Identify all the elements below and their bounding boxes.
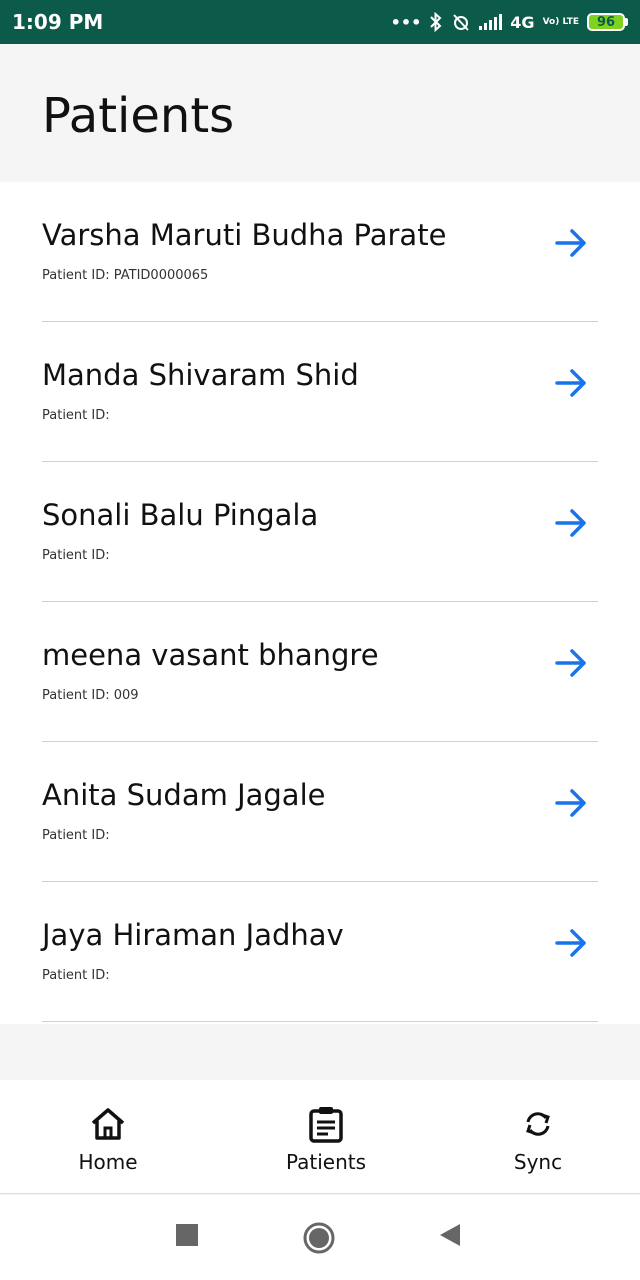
nav-home[interactable]: Home bbox=[28, 1080, 188, 1194]
patient-name: Jaya Hiraman Jadhav bbox=[42, 918, 344, 952]
patient-id: Patient ID: bbox=[42, 968, 110, 983]
patient-row[interactable]: Anita Sudam Jagale Patient ID: bbox=[0, 742, 640, 882]
patient-id: Patient ID: bbox=[42, 828, 110, 843]
sync-icon bbox=[526, 1112, 550, 1136]
network-type: 4G bbox=[510, 12, 535, 32]
arrow-right-icon[interactable] bbox=[554, 926, 588, 960]
square-icon[interactable] bbox=[175, 1223, 199, 1247]
patient-id: Patient ID: PATID0000065 bbox=[42, 268, 209, 283]
clipboard-icon bbox=[309, 1107, 343, 1143]
nav-sync[interactable]: Sync bbox=[458, 1080, 618, 1194]
patient-id: Patient ID: bbox=[42, 548, 110, 563]
volte-indicator: Vo) LTE bbox=[542, 16, 579, 27]
arrow-right-icon[interactable] bbox=[554, 506, 588, 540]
patient-row[interactable]: Varsha Maruti Budha Parate Patient ID: P… bbox=[0, 182, 640, 322]
battery-level: 96 bbox=[587, 13, 625, 31]
home-icon bbox=[91, 1108, 125, 1140]
patient-name: meena vasant bhangre bbox=[42, 638, 379, 672]
nav-home-label: Home bbox=[78, 1150, 138, 1174]
back-triangle-icon[interactable] bbox=[438, 1223, 462, 1247]
system-nav-bar bbox=[0, 1195, 640, 1280]
nav-patients-label: Patients bbox=[285, 1150, 367, 1174]
patient-row[interactable]: Jaya Hiraman Jadhav Patient ID: bbox=[0, 882, 640, 1022]
nav-sync-label: Sync bbox=[513, 1150, 563, 1174]
signal-icon bbox=[479, 14, 503, 30]
nav-patients[interactable]: Patients bbox=[246, 1080, 406, 1194]
patient-name: Manda Shivaram Shid bbox=[42, 358, 359, 392]
patient-row[interactable]: Manda Shivaram Shid Patient ID: bbox=[0, 322, 640, 462]
patient-name: Sonali Balu Pingala bbox=[42, 498, 319, 532]
arrow-right-icon[interactable] bbox=[554, 646, 588, 680]
alarm-off-icon bbox=[453, 14, 470, 31]
status-icons: ••• 4G Vo) LTE 96 bbox=[391, 12, 628, 32]
bottom-nav: Home Patients Sync bbox=[0, 1080, 640, 1194]
arrow-right-icon[interactable] bbox=[554, 786, 588, 820]
battery-icon: 96 bbox=[587, 13, 628, 31]
header: Patients bbox=[0, 44, 640, 182]
patient-name: Varsha Maruti Budha Parate bbox=[42, 218, 447, 252]
page-title: Patients bbox=[42, 88, 235, 144]
status-time: 1:09 PM bbox=[12, 10, 104, 34]
arrow-right-icon[interactable] bbox=[554, 226, 588, 260]
patient-list: Varsha Maruti Budha Parate Patient ID: P… bbox=[0, 182, 640, 1024]
patient-name: Anita Sudam Jagale bbox=[42, 778, 326, 812]
bluetooth-icon bbox=[430, 12, 442, 32]
arrow-right-icon[interactable] bbox=[554, 366, 588, 400]
circle-icon[interactable] bbox=[302, 1221, 336, 1255]
divider bbox=[42, 1021, 598, 1022]
patient-row[interactable]: meena vasant bhangre Patient ID: 009 bbox=[0, 602, 640, 742]
patient-id: Patient ID: 009 bbox=[42, 688, 139, 703]
patient-row[interactable]: Sonali Balu Pingala Patient ID: bbox=[0, 462, 640, 602]
more-dots-icon: ••• bbox=[390, 12, 422, 32]
status-bar: 1:09 PM ••• 4G Vo) LTE 96 bbox=[0, 0, 640, 44]
patient-id: Patient ID: bbox=[42, 408, 110, 423]
